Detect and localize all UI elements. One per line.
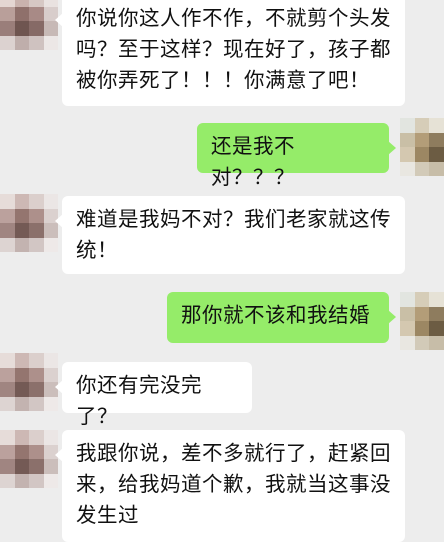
my-avatar[interactable] [400, 292, 444, 350]
message-bubble-outgoing[interactable]: 那你就不该和我结婚 [167, 292, 396, 343]
contact-avatar[interactable] [0, 0, 58, 50]
message-text: 你说你这人作不作，不就剪个头发吗？至于这样？现在好了，孩子都被你弄死了！！！你满… [76, 6, 391, 92]
contact-avatar[interactable] [0, 430, 58, 488]
message-bubble-incoming[interactable]: 我跟你说，差不多就行了，赶紧回来，给我妈道个歉，我就当这事没发生过 [55, 430, 405, 542]
contact-avatar[interactable] [0, 194, 58, 252]
message-text: 你还有完没完了？ [76, 373, 202, 428]
contact-avatar[interactable] [0, 353, 58, 411]
my-avatar[interactable] [400, 118, 444, 176]
message-text: 那你就不该和我结婚 [181, 303, 370, 327]
chat-conversation: 你说你这人作不作，不就剪个头发吗？至于这样？现在好了，孩子都被你弄死了！！！你满… [0, 0, 444, 542]
message-text: 我跟你说，差不多就行了，赶紧回来，给我妈道个歉，我就当这事没发生过 [76, 441, 391, 527]
message-bubble-incoming[interactable]: 你还有完没完了？ [55, 362, 252, 428]
message-bubble-incoming[interactable]: 难道是我妈不对？我们老家就这传统！ [55, 196, 405, 274]
message-text: 还是我不对？？？ [211, 134, 295, 189]
message-bubble-incoming[interactable]: 你说你这人作不作，不就剪个头发吗？至于这样？现在好了，孩子都被你弄死了！！！你满… [55, 0, 405, 106]
message-bubble-outgoing[interactable]: 还是我不对？？？ [197, 123, 396, 189]
message-text: 难道是我妈不对？我们老家就这传统！ [76, 207, 391, 262]
